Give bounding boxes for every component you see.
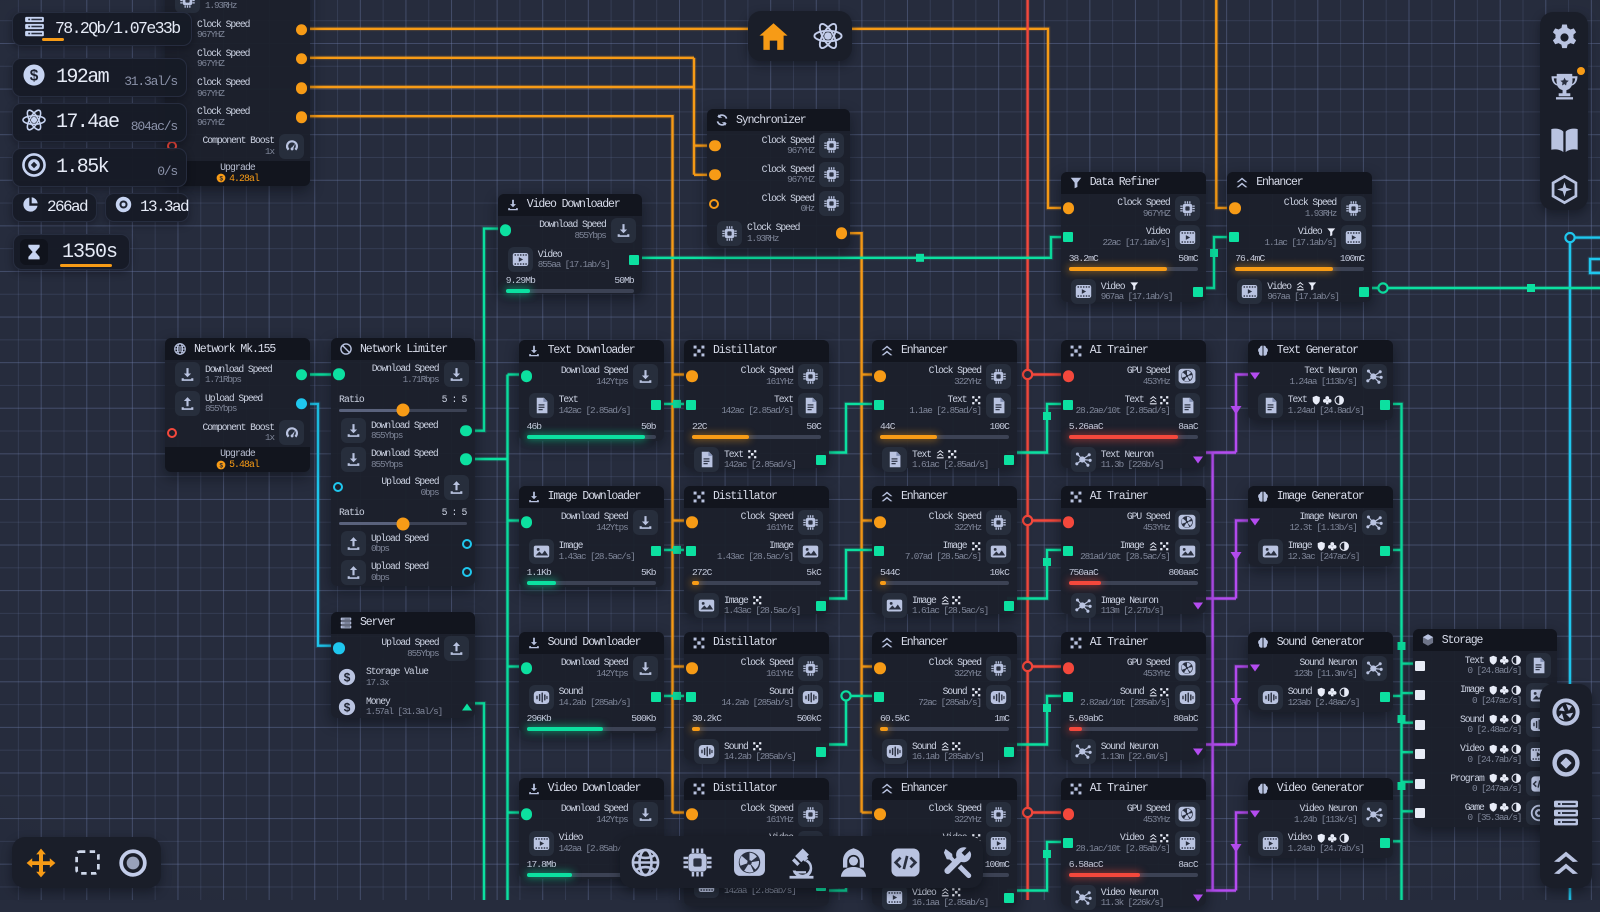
svg-text:$: $ — [344, 671, 351, 685]
svg-text:$: $ — [344, 700, 351, 714]
svg-text:$: $ — [30, 68, 39, 85]
